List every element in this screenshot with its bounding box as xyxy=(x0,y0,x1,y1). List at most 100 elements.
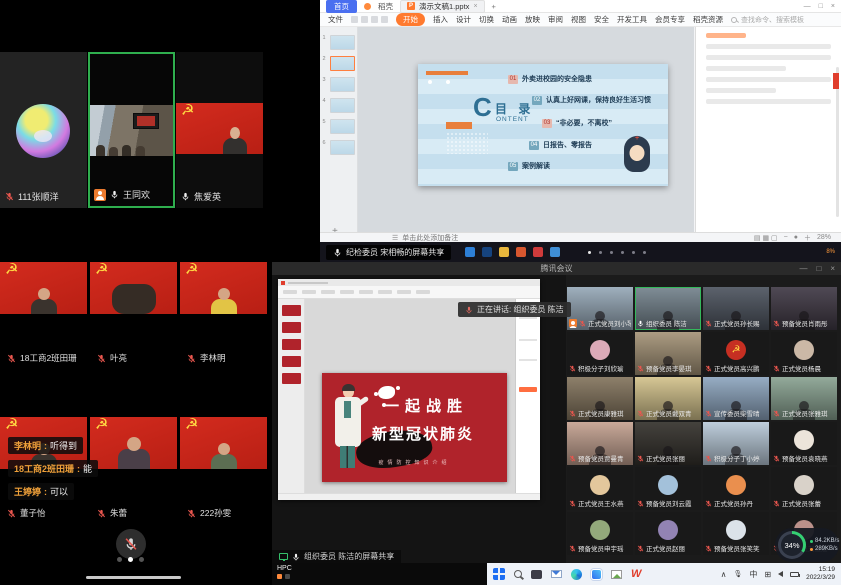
zoom-in-button[interactable]: ＋ xyxy=(804,233,811,243)
participant-tile[interactable]: 宣传委员柴雪晴 xyxy=(703,377,769,420)
participant-tile-active[interactable]: 王同欢 xyxy=(88,52,175,208)
taskbar-clock[interactable]: 15:19 2022/3/29 xyxy=(806,566,835,582)
participant-tile[interactable]: 正式党员孙长赐 xyxy=(703,287,769,330)
menu-file[interactable]: 文件 xyxy=(328,14,343,25)
page-indicator-dots[interactable] xyxy=(117,557,144,562)
menu-item[interactable]: 安全 xyxy=(594,14,609,25)
participant-name: 董子怡 xyxy=(20,507,46,519)
edge-browser-icon[interactable] xyxy=(571,569,582,580)
presenter-taskbar: 纪检委员 宋相畅的屏幕共享 8% xyxy=(320,242,841,262)
mail-icon[interactable] xyxy=(551,570,562,578)
volume-icon[interactable] xyxy=(778,571,783,577)
slide-thumbnail[interactable]: 4 xyxy=(323,98,355,113)
tab-docer[interactable]: 稻壳 xyxy=(378,1,393,12)
slide-thumbnail[interactable]: 5 xyxy=(323,119,355,134)
participant-tile[interactable]: 预备党员贾曼青 xyxy=(567,422,633,465)
participant-tile[interactable]: 正式党员戴双青 xyxy=(635,377,701,420)
minimize-button[interactable]: — xyxy=(799,264,807,273)
zoom-slider[interactable]: ● xyxy=(794,234,798,241)
participant-tile[interactable]: 预备党员李晏琪 xyxy=(635,332,701,375)
tray-mic-icon[interactable]: 🎙 xyxy=(733,570,742,578)
participant-tile[interactable]: 正式党员杨晨 xyxy=(771,332,837,375)
participant-tile[interactable]: 正式党员高兴鹏 xyxy=(703,332,769,375)
network-performance-gauge[interactable]: 34% 84.2KB/s 289KB/s xyxy=(775,528,839,562)
participant-tile[interactable]: 正式党员张雅琪 xyxy=(771,377,837,420)
tab-document[interactable]: P 演示文稿1.pptx × xyxy=(400,0,485,13)
wps-app-icon[interactable]: W xyxy=(631,569,641,580)
slide-thumbnail[interactable]: 3 xyxy=(323,77,355,92)
menu-item[interactable]: 切换 xyxy=(479,14,494,25)
battery-icon[interactable] xyxy=(790,572,799,577)
slide-thumbnail[interactable]: 1 xyxy=(323,35,355,50)
participant-name: 正式党员张雅琪 xyxy=(782,408,828,418)
participant-tile[interactable]: 预备党员袁晓燕 xyxy=(771,422,837,465)
quick-access-icons[interactable] xyxy=(351,16,388,23)
new-tab-button[interactable]: + xyxy=(492,2,496,11)
menu-item[interactable]: 设计 xyxy=(456,14,471,25)
window-controls: — □ × xyxy=(804,3,835,10)
participant-tile[interactable]: ☭ 18工商2班田珊 xyxy=(0,262,87,364)
participant-tile[interactable]: 正式党员张丽 xyxy=(635,422,701,465)
menu-item[interactable]: 动画 xyxy=(502,14,517,25)
ime-keyboard-icon[interactable]: ⊞ xyxy=(764,570,771,579)
participant-tile[interactable]: 预备党员刘云霞 xyxy=(635,467,701,510)
ime-language-indicator[interactable]: 中 xyxy=(749,569,757,580)
menu-item[interactable]: 放映 xyxy=(525,14,540,25)
image-viewer-icon[interactable] xyxy=(611,570,622,579)
muted-mic-icon xyxy=(637,320,644,327)
participant-tile[interactable]: 积极分子刘欣瑜 xyxy=(567,332,633,375)
participant-tile[interactable]: 正式党员康雅琪 xyxy=(567,377,633,420)
shared-status-bar xyxy=(278,493,540,500)
taskbar-app-icons[interactable] xyxy=(465,247,560,257)
slide-thumbnail[interactable]: 2 xyxy=(323,56,355,71)
photos-app-icon[interactable] xyxy=(591,569,602,580)
search-icon xyxy=(731,17,737,23)
muted-mic-icon xyxy=(569,410,576,417)
participant-tile[interactable]: 正式党员张蕾 xyxy=(771,467,837,510)
participant-tile[interactable]: 组织委员 陈洁 xyxy=(635,287,701,330)
maximize-button[interactable]: □ xyxy=(819,3,823,10)
muted-mic-icon xyxy=(773,320,780,327)
menu-item[interactable]: 审阅 xyxy=(548,14,563,25)
menu-item[interactable]: 插入 xyxy=(433,14,448,25)
maximize-button[interactable]: □ xyxy=(816,264,821,273)
scrollbar[interactable] xyxy=(836,67,839,217)
menu-item[interactable]: 开始 xyxy=(396,13,425,26)
participant-tile[interactable]: 正式党员赵丽 xyxy=(635,512,701,555)
menu-item[interactable]: 开发工具 xyxy=(617,14,647,25)
participant-tile[interactable]: 预备党员申宇瑶 xyxy=(567,512,633,555)
participant-tile[interactable]: 正式党员王水燕 xyxy=(567,467,633,510)
notes-placeholder[interactable]: 单击此处添加备注 xyxy=(402,233,458,243)
search-icon[interactable] xyxy=(514,570,522,578)
participant-tile[interactable]: ☭ 叶亮 xyxy=(90,262,177,364)
menu-item[interactable]: 视图 xyxy=(571,14,586,25)
command-search[interactable]: 查找命令、搜索模板 xyxy=(731,15,804,25)
participant-tile[interactable]: ☭ 朱蕾 xyxy=(90,417,177,519)
tray-expand-icon[interactable]: ∧ xyxy=(721,570,727,579)
participant-tile[interactable]: ☭ 李林明 xyxy=(180,262,267,364)
start-button-icon[interactable] xyxy=(493,568,505,580)
task-view-icon[interactable] xyxy=(531,570,542,579)
minimize-button[interactable]: — xyxy=(804,3,811,10)
participant-tile[interactable]: 正式党员刘小琴 xyxy=(567,287,633,330)
menu-item[interactable]: 稻壳资源 xyxy=(693,14,723,25)
close-button[interactable]: × xyxy=(831,3,835,10)
participant-tile[interactable]: 预备党员肖雨彤 xyxy=(771,287,837,330)
participant-tile[interactable]: 111张顺洋 xyxy=(0,52,87,208)
mute-toggle-button[interactable] xyxy=(116,529,146,559)
view-icons[interactable]: ▤ ▦ ▢ xyxy=(754,234,778,242)
menu-item[interactable]: 会员专享 xyxy=(655,14,685,25)
participant-tile[interactable]: ☭ 222孙雯 xyxy=(180,417,267,519)
close-tab-icon[interactable]: × xyxy=(473,3,477,10)
close-button[interactable]: × xyxy=(830,264,835,273)
tab-home[interactable]: 首页 xyxy=(326,0,357,13)
thumbnail-number: 5 xyxy=(323,119,328,125)
gesture-bar[interactable] xyxy=(86,576,181,579)
participant-tile[interactable]: 正式党员孙丹 xyxy=(703,467,769,510)
participant-tile[interactable]: 预备党员张笑笑 xyxy=(703,512,769,555)
mic-icon xyxy=(292,553,300,561)
participant-tile[interactable]: 积极分子丁小婷 xyxy=(703,422,769,465)
zoom-out-button[interactable]: − xyxy=(784,234,788,241)
participant-tile[interactable]: ☭ 焦爱英 xyxy=(176,52,263,208)
slide-thumbnail[interactable]: 6 xyxy=(323,140,355,155)
